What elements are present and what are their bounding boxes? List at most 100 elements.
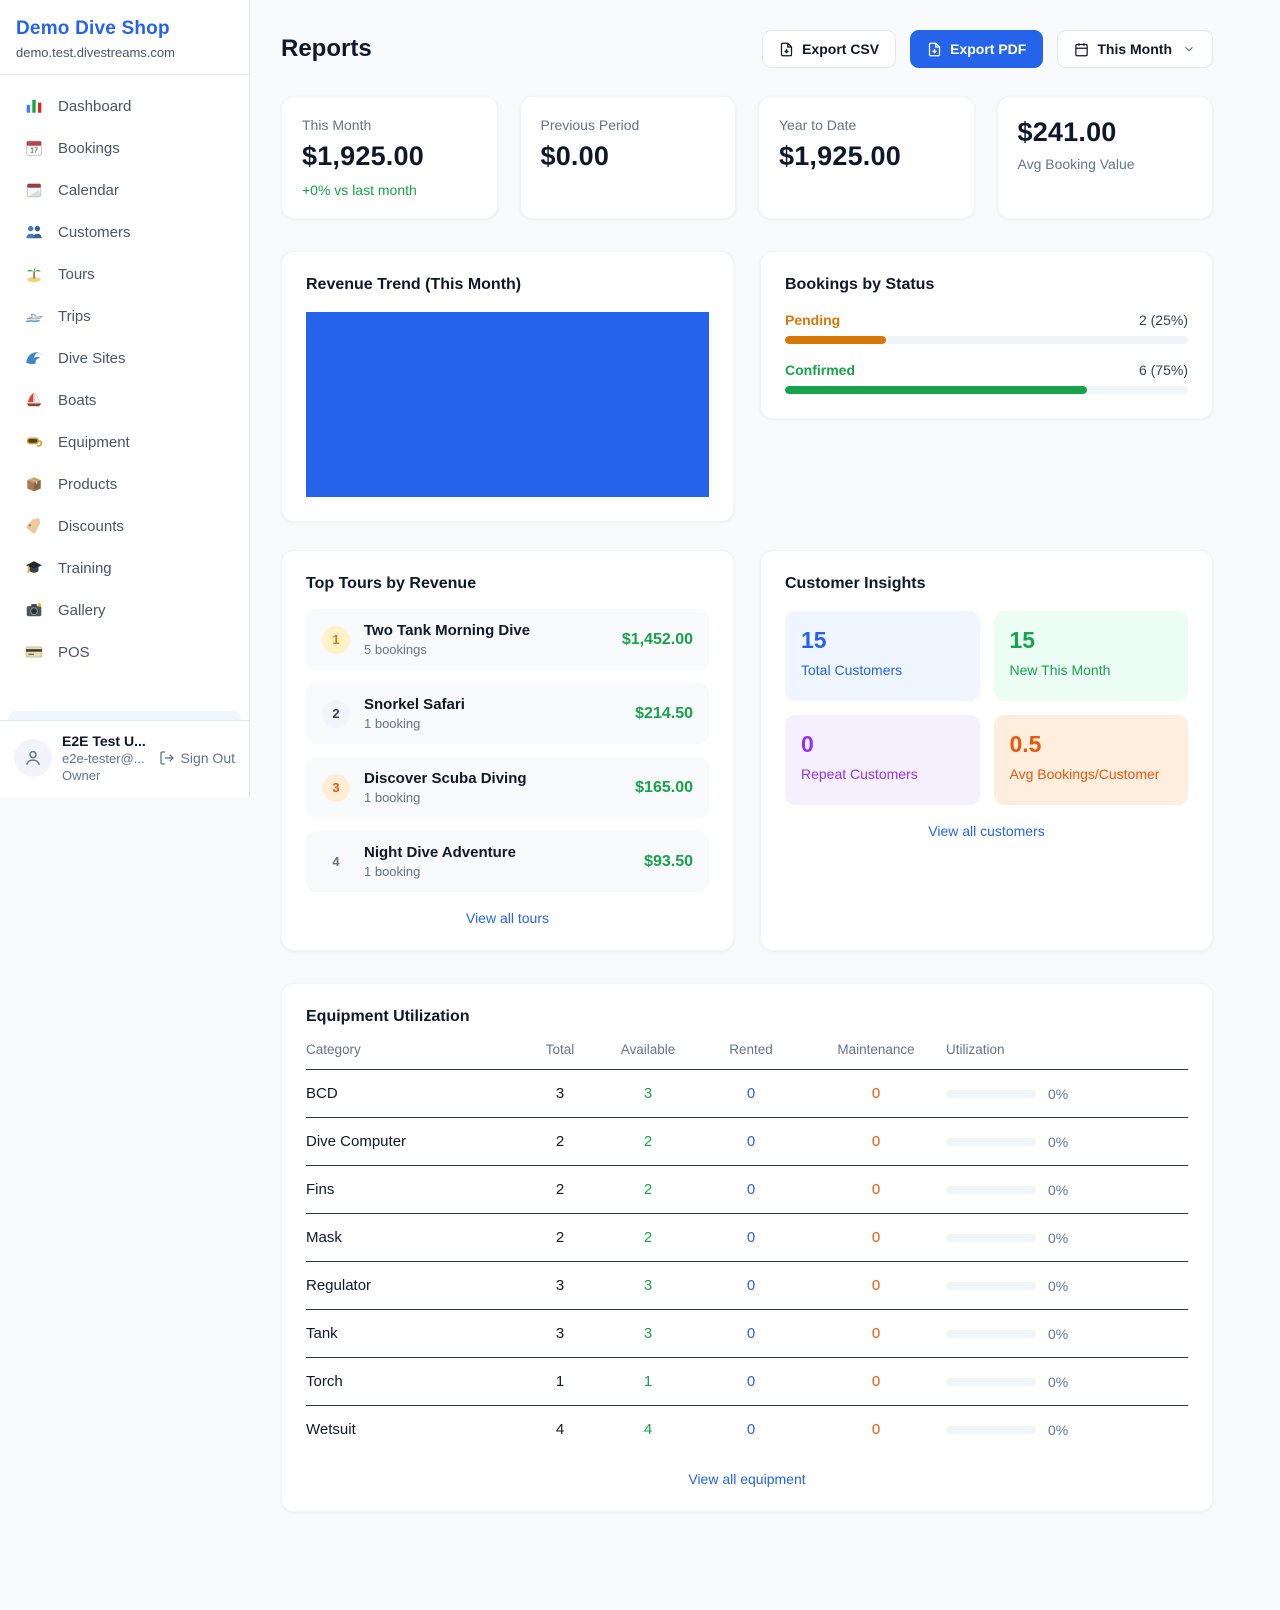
rank-badge: 3 (322, 774, 350, 802)
stat-card-previous-period: Previous Period $0.00 (520, 96, 737, 219)
cell-rented: 0 (696, 1133, 806, 1150)
period-label: This Month (1097, 41, 1172, 57)
export-pdf-label: Export PDF (950, 41, 1026, 57)
tour-row: 1 Two Tank Morning Dive 5 bookings $1,45… (306, 609, 709, 670)
sidebar-item-equipment[interactable]: Equipment (8, 421, 241, 463)
main-content: Reports Export CSV Export PDF This Month (250, 0, 1280, 1587)
bookings-status-card: Bookings by Status Pending 2 (25%) Confi… (760, 251, 1213, 419)
utilization-bar (946, 1234, 1036, 1242)
cell-rented: 0 (696, 1373, 806, 1390)
sidebar-item-products[interactable]: Products (8, 463, 241, 505)
insight-label: Repeat Customers (801, 766, 964, 782)
insight-value: 15 (1010, 627, 1173, 654)
tour-revenue: $214.50 (635, 705, 693, 723)
svg-text:17: 17 (30, 146, 38, 155)
avatar (14, 739, 52, 777)
cell-category: Fins (306, 1181, 520, 1198)
cell-rented: 0 (696, 1325, 806, 1342)
speedboat-icon (24, 306, 44, 326)
table-row: BCD 3 3 0 0 0% (306, 1070, 1188, 1118)
table-row: Fins 2 2 0 0 0% (306, 1166, 1188, 1214)
view-all-customers-link[interactable]: View all customers (785, 823, 1188, 839)
tour-row: 4 Night Dive Adventure 1 booking $93.50 (306, 831, 709, 892)
brand-name: Demo Dive Shop (16, 18, 233, 40)
sidebar-item-pos[interactable]: POS (8, 631, 241, 673)
user-name: E2E Test U... (62, 733, 149, 749)
sidebar-item-gallery[interactable]: Gallery (8, 589, 241, 631)
sidebar-item-label: Gallery (58, 602, 106, 619)
view-all-tours-link[interactable]: View all tours (306, 910, 709, 926)
stat-label: Avg Booking Value (1018, 156, 1193, 172)
stat-cards: This Month $1,925.00 +0% vs last month P… (281, 96, 1213, 219)
cell-maintenance: 0 (806, 1085, 946, 1102)
cell-category: BCD (306, 1085, 520, 1102)
utilization-bar (946, 1282, 1036, 1290)
sidebar-item-tours[interactable]: Tours (8, 253, 241, 295)
cell-maintenance: 0 (806, 1229, 946, 1246)
bar-chart-icon (24, 96, 44, 116)
sidebar-item-dashboard[interactable]: Dashboard (8, 85, 241, 127)
export-csv-button[interactable]: Export CSV (762, 30, 896, 68)
export-pdf-button[interactable]: Export PDF (910, 30, 1043, 68)
tour-list: 1 Two Tank Morning Dive 5 bookings $1,45… (306, 609, 709, 892)
sidebar-item-boats[interactable]: Boats (8, 379, 241, 421)
cell-total: 3 (520, 1325, 600, 1342)
cell-available: 3 (600, 1277, 696, 1294)
export-csv-label: Export CSV (802, 41, 879, 57)
sidebar-item-label: Customers (58, 224, 131, 241)
insight-value: 15 (801, 627, 964, 654)
cell-category: Tank (306, 1325, 520, 1342)
calendar-pad-icon (24, 180, 44, 200)
view-all-equipment-link[interactable]: View all equipment (306, 1471, 1188, 1487)
stat-value: $1,925.00 (779, 141, 954, 172)
tour-revenue: $1,452.00 (622, 631, 693, 649)
insight-label: Total Customers (801, 662, 964, 678)
insight-tile-avg-bookings: 0.5 Avg Bookings/Customer (994, 715, 1189, 805)
revenue-trend-card: Revenue Trend (This Month) (281, 251, 734, 522)
sidebar-item-dive-sites[interactable]: Dive Sites (8, 337, 241, 379)
top-tours-card: Top Tours by Revenue 1 Two Tank Morning … (281, 550, 734, 951)
table-row: Regulator 3 3 0 0 0% (306, 1262, 1188, 1310)
sidebar-item-training[interactable]: Training (8, 547, 241, 589)
page-header: Reports Export CSV Export PDF This Month (281, 30, 1213, 68)
period-select[interactable]: This Month (1057, 30, 1213, 68)
user-info: E2E Test U... e2e-tester@... Owner (62, 733, 149, 783)
insight-tile-total-customers: 15 Total Customers (785, 611, 980, 701)
utilization-bar (946, 1330, 1036, 1338)
cell-total: 2 (520, 1181, 600, 1198)
sign-out-button[interactable]: Sign Out (159, 750, 235, 766)
cell-available: 4 (600, 1421, 696, 1438)
stat-value: $0.00 (541, 141, 716, 172)
customer-insights-title: Customer Insights (785, 575, 1188, 593)
tour-revenue: $165.00 (635, 779, 693, 797)
utilization-bar (946, 1378, 1036, 1386)
cell-utilization: 0% (946, 1086, 1188, 1102)
sign-out-label: Sign Out (181, 750, 235, 766)
utilization-bar (946, 1426, 1036, 1434)
cell-rented: 0 (696, 1229, 806, 1246)
stat-label: Previous Period (541, 117, 716, 133)
tour-bookings: 5 bookings (364, 642, 608, 657)
progress-track (785, 386, 1188, 394)
sidebar-item-bookings[interactable]: 17 Bookings (8, 127, 241, 169)
sidebar-item-discounts[interactable]: Discounts (8, 505, 241, 547)
equipment-title: Equipment Utilization (306, 1008, 1188, 1026)
cell-utilization: 0% (946, 1182, 1188, 1198)
cell-category: Dive Computer (306, 1133, 520, 1150)
sidebar-item-calendar[interactable]: Calendar (8, 169, 241, 211)
wave-icon (24, 348, 44, 368)
sidebar-item-partial (8, 711, 241, 720)
cell-available: 1 (600, 1373, 696, 1390)
column-header-total: Total (520, 1042, 600, 1057)
utilization-bar (946, 1138, 1036, 1146)
progress-fill-pending (785, 336, 886, 344)
sidebar-item-customers[interactable]: Customers (8, 211, 241, 253)
rank-badge: 4 (322, 848, 350, 876)
tour-bookings: 1 booking (364, 716, 621, 731)
status-value: 2 (25%) (1139, 312, 1188, 328)
stat-card-year-to-date: Year to Date $1,925.00 (758, 96, 975, 219)
sidebar-item-trips[interactable]: Trips (8, 295, 241, 337)
table-row: Torch 1 1 0 0 0% (306, 1358, 1188, 1406)
middle-row: Top Tours by Revenue 1 Two Tank Morning … (281, 550, 1213, 951)
file-download-icon (927, 42, 942, 57)
